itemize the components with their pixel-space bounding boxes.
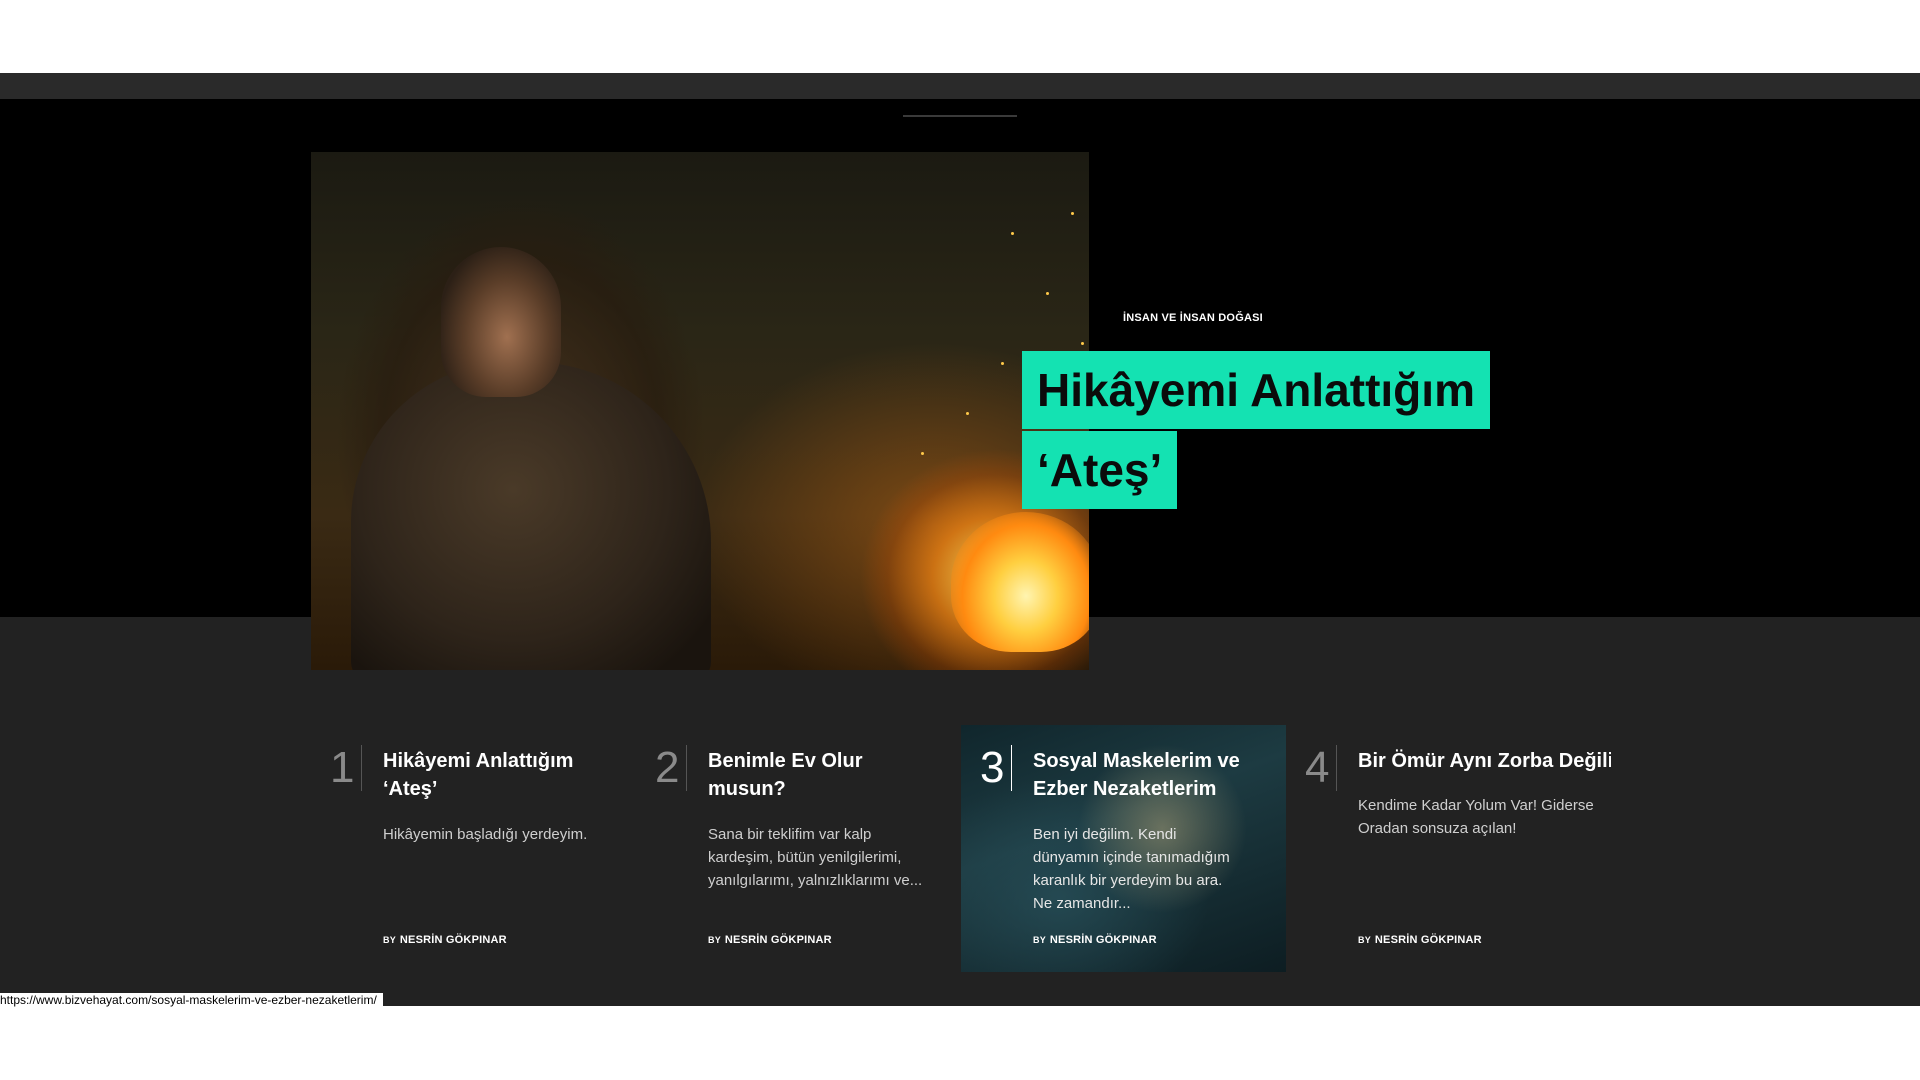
- hooded-figure-body: [351, 362, 711, 670]
- by-label: BY: [1358, 935, 1371, 945]
- post-excerpt: Ben iyi değilim. Kendi dünyamın içinde t…: [1033, 826, 1230, 912]
- hero-title-line-1[interactable]: Hikâyemi Anlattığım: [1022, 351, 1490, 429]
- post-byline: BY NESRİN GÖKPINAR: [383, 934, 507, 946]
- post-number: 1: [330, 745, 362, 791]
- spark: [1071, 212, 1074, 215]
- post-byline: BY NESRİN GÖKPINAR: [1033, 934, 1157, 946]
- post-title[interactable]: Hikâyemi Anlattığım ‘Ateş’: [383, 747, 623, 803]
- post-title[interactable]: Bir Ömür Aynı Zorba Değili: [1358, 747, 1611, 775]
- post-number: 3: [980, 745, 1012, 791]
- spark: [1046, 292, 1049, 295]
- top-bar: [0, 73, 1920, 99]
- post-title[interactable]: Benimle Ev Olur musun?: [708, 747, 948, 803]
- spark: [966, 412, 969, 415]
- author-link[interactable]: NESRİN GÖKPINAR: [725, 934, 832, 946]
- hero-category-label[interactable]: İNSAN VE İNSAN DOĞASI: [1123, 312, 1263, 324]
- hero-title-line-2[interactable]: ‘Ateş’: [1022, 431, 1178, 509]
- post-excerpt: Hikâyemin başladığı yerdeyim.: [383, 826, 588, 843]
- author-link[interactable]: NESRİN GÖKPINAR: [1375, 934, 1482, 946]
- hooded-figure-head: [441, 247, 561, 397]
- spark: [1011, 232, 1014, 235]
- by-label: BY: [1033, 935, 1046, 945]
- spark: [1081, 342, 1084, 345]
- by-label: BY: [383, 935, 396, 945]
- post-number: 4: [1305, 745, 1337, 791]
- author-link[interactable]: NESRİN GÖKPINAR: [1050, 934, 1157, 946]
- post-excerpt: Kendime Kadar Yolum Var! Giderse Oradan …: [1358, 797, 1594, 837]
- post-card-2[interactable]: 2 Benimle Ev Olur musun? Sana bir teklif…: [636, 725, 961, 972]
- post-byline: BY NESRİN GÖKPINAR: [1358, 934, 1482, 946]
- hero-featured-image[interactable]: [311, 152, 1089, 670]
- post-card-3[interactable]: 3 Sosyal Maskelerim ve Ezber Nezaketleri…: [961, 725, 1286, 972]
- page: İNSAN VE İNSAN DOĞASI Hikâyemi Anlattığı…: [0, 0, 1920, 1080]
- status-bar-url: https://www.bizvehayat.com/sosyal-maskel…: [0, 993, 383, 1007]
- post-byline: BY NESRİN GÖKPINAR: [708, 934, 832, 946]
- by-label: BY: [708, 935, 721, 945]
- campfire-flame: [951, 512, 1089, 652]
- spark: [1001, 362, 1004, 365]
- post-card-4[interactable]: 4 Bir Ömür Aynı Zorba Değili Kendime Kad…: [1286, 725, 1611, 972]
- spark: [921, 452, 924, 455]
- post-number: 2: [655, 745, 687, 791]
- author-link[interactable]: NESRİN GÖKPINAR: [400, 934, 507, 946]
- post-title[interactable]: Sosyal Maskelerim ve Ezber Nezaketlerim: [1033, 747, 1273, 803]
- post-card-1[interactable]: 1 Hikâyemi Anlattığım ‘Ateş’ Hikâyemin b…: [311, 725, 636, 972]
- post-excerpt: Sana bir teklifim var kalp kardeşim, büt…: [708, 826, 923, 889]
- decorative-line: [903, 115, 1017, 117]
